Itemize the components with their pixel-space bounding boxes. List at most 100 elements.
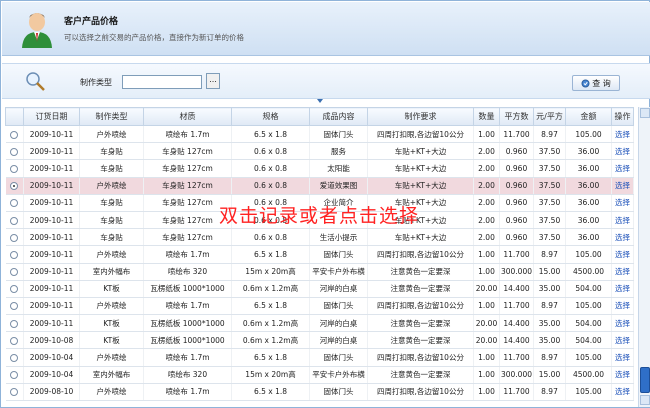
query-button-label: 查 询 [592,78,611,88]
table-row[interactable]: 2009-10-04 室内外幅布 喷绘布 320 15m x 20m高 平安卡户外布横注… [5,366,634,384]
col-header-area[interactable]: 平方数 [499,107,534,126]
row-radio-button[interactable] [10,147,19,156]
select-link[interactable]: 选择 [611,297,634,316]
cell-spec: 6.5 x 1.8 [231,245,310,264]
row-radio[interactable] [5,263,24,281]
col-header-qty[interactable]: 数量 [473,107,500,126]
row-radio[interactable] [5,280,24,298]
instruction-overlay: 双击记录或者点击选择 [219,205,420,227]
select-link[interactable]: 选择 [611,280,634,298]
row-radio[interactable] [5,125,24,144]
production-type-input[interactable] [122,75,202,89]
select-link[interactable]: 选择 [611,159,634,178]
table-row[interactable]: 2009-10-04 户外喷绘 喷绘布 1.7m 6.5 x 1.8 固体门头 四周打扣眼… [5,348,634,367]
col-header-amount[interactable]: 金额 [565,107,612,126]
select-link[interactable]: 选择 [611,245,634,264]
table-row[interactable]: 2009-10-11 KT板 瓦楞纸板 1000*1000 0.6m x 1.2m高河… [5,314,634,333]
col-header-action: 操作 [611,107,634,126]
row-radio-button[interactable] [10,182,19,191]
select-link[interactable]: 选择 [611,314,634,333]
col-header-date[interactable]: 订货日期 [23,107,80,126]
scroll-down-button[interactable] [640,395,650,405]
cell-date: 2009-10-11 [23,314,80,333]
row-radio-button[interactable] [10,302,19,311]
row-radio[interactable] [5,159,24,178]
select-link[interactable]: 选择 [611,211,634,230]
browse-button[interactable]: ... [206,73,220,89]
scroll-up-button[interactable] [640,108,650,118]
row-radio-button[interactable] [10,250,19,259]
cell-spec: 0.6m x 1.2m高 [231,314,310,333]
cell-type: 车身贴 [79,142,144,161]
cell-amount: 36.00 [565,228,612,247]
table-row[interactable]: 2009-10-11 户外喷绘 喷绘布 1.7m 6.5 x 1.8 固体门头 四周打扣眼… [5,297,634,316]
row-radio-button[interactable] [10,268,19,277]
table-row[interactable]: 2009-10-08 KT板 瓦楞纸板 1000*1000 0.6m x 1.2m高河… [5,331,634,350]
row-radio[interactable] [5,348,24,367]
col-header-select [5,107,24,126]
table-row[interactable]: 2009-10-11 KT板 瓦楞纸板 1000*1000 0.6m x 1.2m高河… [5,280,634,298]
row-radio[interactable] [5,228,24,247]
row-radio-button[interactable] [10,233,19,242]
query-button[interactable]: 查 询 [572,75,620,91]
select-link[interactable]: 选择 [611,142,634,161]
row-radio[interactable] [5,297,24,316]
table-row[interactable]: 2009-08-10 户外喷绘 喷绘布 1.7m 6.5 x 1.8 固体门头 四周打扣眼… [5,383,634,402]
col-header-content[interactable]: 成品内容 [309,107,368,126]
table-row[interactable]: 2009-10-11 车身贴 车身贴 127cm 0.6 x 0.8 服务 车贴+KT+大… [5,142,634,161]
cell-material: 瓦楞纸板 1000*1000 [143,331,232,350]
cell-date: 2009-10-11 [23,211,80,230]
row-radio-button[interactable] [10,216,19,225]
cell-content: 河岸的白桌 [309,280,368,298]
table-row[interactable]: 2009-10-11 车身贴 车身贴 127cm 0.6 x 0.8 太阳能 车贴+KT+… [5,159,634,178]
row-radio[interactable] [5,142,24,161]
row-radio[interactable] [5,211,24,230]
row-radio-button[interactable] [10,388,19,397]
table-row[interactable]: 2009-10-11 车身贴 车身贴 127cm 0.6 x 0.8 生活小提示 车贴+K… [5,228,634,247]
cell-date: 2009-10-11 [23,177,80,195]
col-header-material[interactable]: 材质 [143,107,232,126]
col-header-spec[interactable]: 规格 [231,107,310,126]
select-link[interactable]: 选择 [611,263,634,281]
cell-qty: 1.00 [473,263,500,281]
select-link[interactable]: 选择 [611,177,634,195]
row-radio[interactable] [5,194,24,212]
row-radio[interactable] [5,314,24,333]
row-radio[interactable] [5,383,24,402]
collapse-arrow-icon[interactable] [317,99,323,103]
select-link[interactable]: 选择 [611,331,634,350]
row-radio-button[interactable] [10,371,19,380]
select-link[interactable]: 选择 [611,383,634,402]
select-link[interactable]: 选择 [611,194,634,212]
row-radio[interactable] [5,331,24,350]
row-radio[interactable] [5,177,24,195]
col-header-unit-price[interactable]: 元/平方 [533,107,566,126]
table-row[interactable]: 2009-10-11 户外喷绘 喷绘布 1.7m 6.5 x 1.8 固体门头 四周打扣眼… [5,245,634,264]
table-row[interactable]: 2009-10-11 室内外幅布 喷绘布 320 15m x 20m高 平安卡户外布横注… [5,263,634,281]
cell-date: 2009-10-11 [23,125,80,144]
cell-content: 服务 [309,142,368,161]
cell-qty: 1.00 [473,383,500,402]
table-row[interactable]: 2009-10-11 户外喷绘 喷绘布 1.7m 6.5 x 1.8 固体门头 四周打扣眼… [5,125,634,144]
cell-area: 14.400 [499,314,534,333]
vertical-scrollbar[interactable] [638,107,650,407]
cell-area: 0.960 [499,177,534,195]
table-row[interactable]: 2009-10-11 户外喷绘 车身贴 127cm 0.6 x 0.8 爱道效果图 车贴+… [5,177,634,195]
row-radio-button[interactable] [10,130,19,139]
row-radio[interactable] [5,245,24,264]
select-link[interactable]: 选择 [611,228,634,247]
row-radio-button[interactable] [10,199,19,208]
select-link[interactable]: 选择 [611,125,634,144]
col-header-requirement[interactable]: 制作要求 [367,107,474,126]
row-radio-button[interactable] [10,354,19,363]
col-header-type[interactable]: 制作类型 [79,107,144,126]
row-radio-button[interactable] [10,164,19,173]
row-radio-button[interactable] [10,285,19,294]
cell-amount: 504.00 [565,314,612,333]
select-link[interactable]: 选择 [611,348,634,367]
row-radio[interactable] [5,366,24,384]
select-link[interactable]: 选择 [611,366,634,384]
row-radio-button[interactable] [10,319,19,328]
scroll-thumb[interactable] [640,367,650,393]
row-radio-button[interactable] [10,336,19,345]
